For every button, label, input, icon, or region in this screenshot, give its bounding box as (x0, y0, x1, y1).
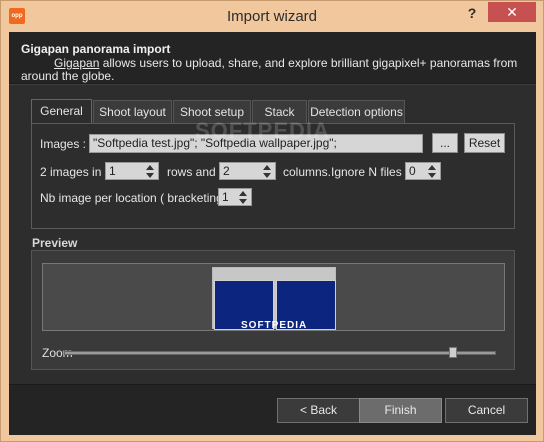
rows-and-label: rows and (167, 165, 216, 179)
title-bar: opp Import wizard ? ✕ (1, 1, 543, 32)
ignore-spin-arrows[interactable] (426, 164, 438, 179)
header-divider (9, 83, 536, 85)
images-in-label: 2 images in (40, 165, 102, 179)
bracketing-spin-arrows[interactable] (237, 190, 249, 205)
ignore-value: 0 (409, 164, 416, 178)
bracketing-spinbox[interactable]: 1 (218, 188, 252, 206)
panorama-frame: SOFTPEDIA (212, 267, 336, 331)
rows-spin-arrows[interactable] (144, 164, 156, 179)
spin-down-icon[interactable] (428, 173, 436, 178)
header-title: Gigapan panorama import (21, 42, 171, 56)
spin-up-icon[interactable] (146, 165, 154, 170)
spin-down-icon[interactable] (146, 173, 154, 178)
cancel-button[interactable]: Cancel (445, 398, 528, 423)
browse-button[interactable]: ... (432, 133, 458, 153)
zoom-slider-thumb[interactable] (448, 347, 457, 358)
rows-spinbox[interactable]: 1 (105, 162, 159, 180)
window-title: Import wizard (226, 8, 318, 25)
zoom-slider-track[interactable] (64, 351, 496, 355)
columns-spinbox[interactable]: 2 (219, 162, 276, 180)
gigapan-link[interactable]: Gigapan (54, 56, 99, 70)
back-button[interactable]: < Back (277, 398, 360, 423)
spin-down-icon[interactable] (239, 199, 247, 204)
import-wizard-window: opp Import wizard ? ✕ Gigapan panorama i… (0, 0, 544, 442)
spin-up-icon[interactable] (428, 165, 436, 170)
images-label: Images : (40, 137, 87, 151)
spin-up-icon[interactable] (263, 165, 271, 170)
rows-value: 1 (109, 164, 116, 178)
header-description: Gigapan allows users to upload, share, a… (21, 57, 526, 83)
tab-shoot-layout[interactable]: Shoot layout (93, 100, 172, 123)
ignore-n-files-label: Ignore N files (331, 165, 402, 179)
bracketing-value: 1 (222, 190, 229, 204)
finish-button[interactable]: Finish (359, 398, 442, 423)
bracketing-label: Nb image per location ( bracketing ) (40, 191, 231, 205)
columns-value: 2 (223, 164, 230, 178)
spin-up-icon[interactable] (239, 191, 247, 196)
spin-down-icon[interactable] (263, 173, 271, 178)
tab-general[interactable]: General (31, 99, 92, 124)
reset-button[interactable]: Reset (464, 133, 505, 153)
preview-panel: SOFTPEDIA Zoom (31, 250, 515, 370)
columns-spin-arrows[interactable] (261, 164, 273, 179)
dialog-client: Gigapan panorama import Gigapan allows u… (9, 32, 536, 435)
preview-label: Preview (32, 236, 78, 250)
preview-canvas[interactable]: SOFTPEDIA (42, 263, 505, 331)
close-button[interactable]: ✕ (488, 2, 536, 22)
ignore-n-files-spinbox[interactable]: 0 (405, 162, 441, 180)
wizard-header: Gigapan panorama import Gigapan allows u… (9, 32, 536, 83)
preview-tile-text: SOFTPEDIA (241, 320, 308, 331)
wizard-footer: < Back Finish Cancel (9, 384, 536, 435)
columns-label: columns. (283, 165, 332, 179)
help-icon[interactable]: ? (465, 5, 479, 23)
softpedia-watermark: SOFTPEDIA (195, 118, 330, 143)
